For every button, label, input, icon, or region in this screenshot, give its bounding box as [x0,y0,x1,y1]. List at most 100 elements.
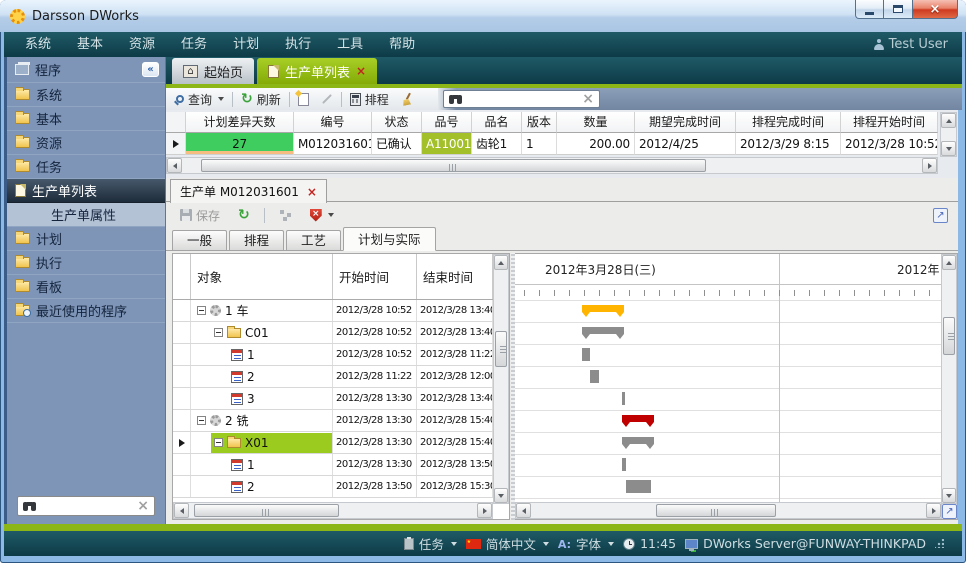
sidebar-item-5[interactable]: 生产单列表 [7,179,165,203]
detail-tab-3[interactable]: 工艺 [286,230,341,250]
status-task[interactable]: 任务 [404,534,457,553]
grid-column-header-8[interactable]: 期望完成时间 [635,112,736,133]
sidebar-item-7[interactable]: 计划 [7,227,165,251]
query-button[interactable]: 查询 [170,89,230,109]
tree-row-9[interactable]: 22012/3/28 13:502012/3/28 15:30 [173,476,495,498]
menu-item-2[interactable]: 基本 [64,32,116,57]
sidebar-item-6[interactable]: 生产单属性 [7,203,165,227]
grid-column-header-4[interactable]: 品号 [422,112,472,133]
gantt-popout-icon[interactable]: ↗ [942,504,957,519]
detail-tab-2[interactable]: 排程 [229,230,284,250]
document-close-icon[interactable]: × [307,186,317,198]
grid-column-header-2[interactable]: 编号 [294,112,372,133]
menu-item-8[interactable]: 帮助 [376,32,428,57]
tree-column-header-1[interactable]: 对象 [191,254,333,299]
detail-tab-4[interactable]: 计划与实际 [343,227,436,251]
task-dropdown-icon [451,542,457,546]
tree-node[interactable]: 1 [228,455,332,475]
document-tab[interactable]: 生产单 M012031601 × [170,179,327,203]
gantt-task-bar-8[interactable] [622,458,627,471]
tree-node[interactable]: 1 车 [194,301,332,321]
tree-node[interactable]: 2 [228,367,332,387]
close-window-button[interactable]: × [913,0,958,19]
expand-toggle-icon[interactable] [197,416,206,425]
table-row[interactable]: 27M012031601已确认A11001齿轮11200.002012/4/25… [166,133,938,155]
gantt-summary-bar-1[interactable] [582,305,624,312]
tree-row-8[interactable]: 12012/3/28 13:302012/3/28 13:50 [173,454,495,476]
tree-row-7[interactable]: X012012/3/28 13:302012/3/28 15:40 [173,432,495,454]
sidebar-item-4[interactable]: 任务 [7,155,165,179]
sidebar-item-3[interactable]: 资源 [7,131,165,155]
toolbar-search-input[interactable] [467,91,577,107]
tree-node[interactable]: C01 [211,323,332,343]
menu-item-7[interactable]: 工具 [324,32,376,57]
tree-row-6[interactable]: 2 铣2012/3/28 13:302012/3/28 15:40 [173,410,495,432]
grid-column-header-9[interactable]: 排程完成时间 [736,112,841,133]
gantt-summary-bar-6[interactable] [622,415,655,422]
gantt-hscrollbar[interactable] [515,502,942,519]
tree-node[interactable]: X01 [211,433,332,453]
schedule-button[interactable]: 排程 [344,89,395,109]
tree-column-header-3[interactable]: 结束时间 [417,254,493,299]
tree-node[interactable]: 1 [228,345,332,365]
tree-vscrollbar[interactable] [493,254,509,504]
refresh-button[interactable]: ↻ 刷新 [235,89,287,109]
gantt-vscrollbar[interactable] [941,254,957,504]
menu-item-3[interactable]: 资源 [116,32,168,57]
tree-row-3[interactable]: 12012/3/28 10:522012/3/28 11:22 [173,344,495,366]
validate-button[interactable]: × [304,205,340,225]
sidebar-item-2[interactable]: 基本 [7,107,165,131]
sidebar-item-10[interactable]: 最近使用的程序 [7,299,165,323]
tab-1[interactable]: ⌂起始页 [172,58,254,84]
tree-row-4[interactable]: 22012/3/28 11:222012/3/28 12:00 [173,366,495,388]
toolbar-search-clear-icon[interactable]: × [582,92,594,106]
new-button[interactable] [292,89,315,109]
restore-button[interactable] [884,0,913,19]
tree-hscrollbar[interactable] [173,502,493,519]
detail-refresh-button[interactable]: ↻ [232,205,256,225]
sidebar-collapse-button[interactable]: « [142,62,159,77]
grid-column-header-7[interactable]: 数量 [557,112,635,133]
grid-column-header-1[interactable]: 计划差异天数 [186,112,294,133]
clean-button[interactable] [395,89,420,109]
minimize-button[interactable] [855,0,884,19]
detail-tab-1[interactable]: 一般 [172,230,227,250]
gantt-task-bar-3[interactable] [582,348,590,361]
gantt-task-bar-4[interactable] [590,370,599,383]
gantt-summary-bar-7[interactable] [622,437,655,444]
gantt-task-bar-9[interactable] [626,480,651,493]
tree-row-1[interactable]: 1 车2012/3/28 10:522012/3/28 13:40 [173,300,495,322]
tree-node[interactable]: 3 [228,389,332,409]
tree-row-5[interactable]: 32012/3/28 13:302012/3/28 13:40 [173,388,495,410]
expand-toggle-icon[interactable] [214,438,223,447]
menu-item-1[interactable]: 系统 [12,32,64,57]
tree-node[interactable]: 2 铣 [194,411,332,431]
tree-row-2[interactable]: C012012/3/28 10:522012/3/28 13:40 [173,322,495,344]
status-font[interactable]: A: 字体 [558,534,614,553]
menu-item-6[interactable]: 执行 [272,32,324,57]
grid-column-header-5[interactable]: 品名 [472,112,522,133]
sidebar-item-8[interactable]: 执行 [7,251,165,275]
resize-grip[interactable] [935,539,944,548]
grid-hscrollbar[interactable] [166,157,938,174]
grid-column-header-6[interactable]: 版本 [522,112,557,133]
gantt-summary-bar-2[interactable] [582,327,624,334]
menu-item-4[interactable]: 任务 [168,32,220,57]
sidebar-item-9[interactable]: 看板 [7,275,165,299]
popout-icon[interactable]: ↗ [933,208,948,223]
sidebar-search-clear-icon[interactable]: × [137,499,149,513]
tab-close-icon[interactable]: × [356,65,366,77]
status-language[interactable]: 简体中文 [466,534,549,553]
tree-node[interactable]: 2 [228,477,332,497]
expand-toggle-icon[interactable] [214,328,223,337]
grid-vscrollbar[interactable] [940,112,957,157]
gantt-task-bar-5[interactable] [622,392,625,405]
menu-item-5[interactable]: 计划 [220,32,272,57]
sidebar-search-input[interactable] [41,498,132,514]
sidebar-item-1[interactable]: 系统 [7,83,165,107]
expand-toggle-icon[interactable] [197,306,206,315]
tree-column-header-2[interactable]: 开始时间 [333,254,417,299]
grid-column-header-10[interactable]: 排程开始时间 [841,112,938,133]
tab-2[interactable]: 生产单列表× [257,58,377,84]
grid-column-header-3[interactable]: 状态 [372,112,422,133]
